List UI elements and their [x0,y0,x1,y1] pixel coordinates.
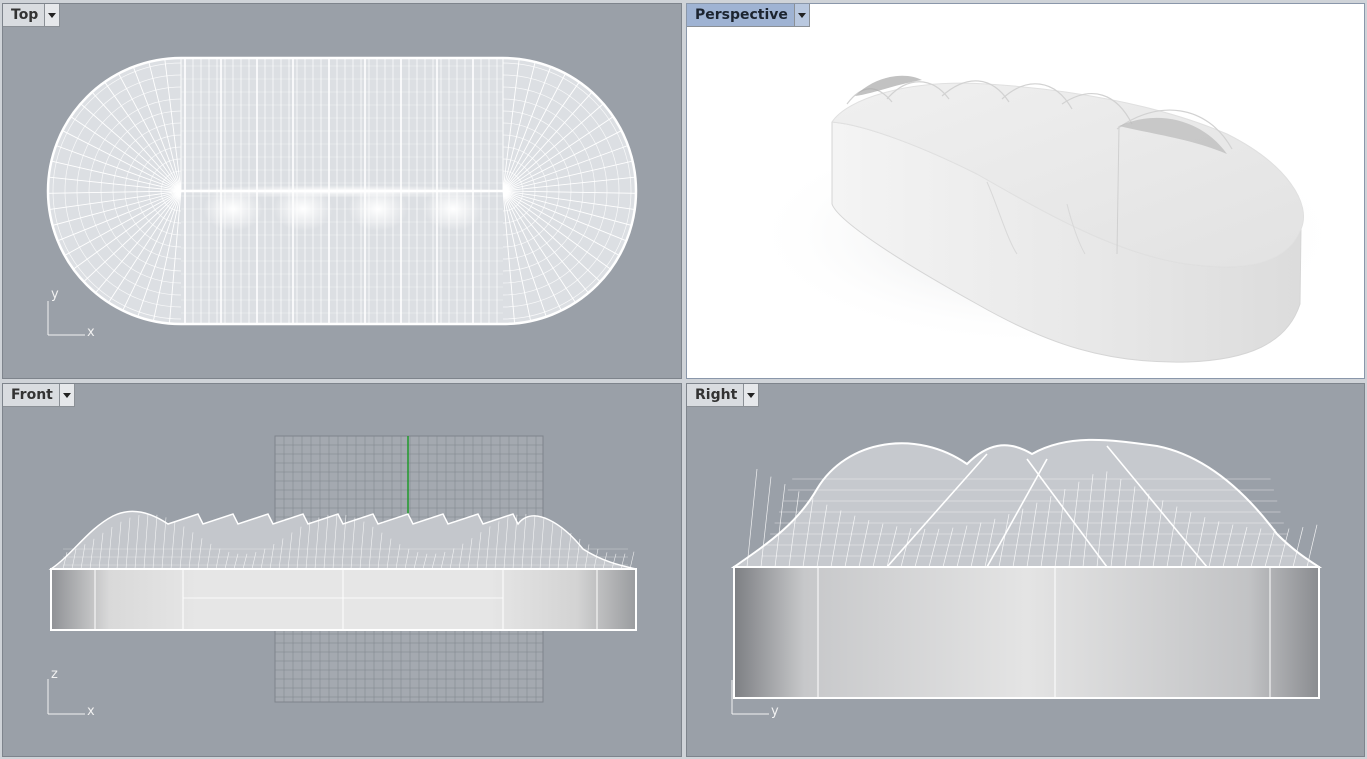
viewport-title: Perspective [695,7,788,23]
perspective-render [747,75,1347,363]
front-viewport[interactable]: Front z x [2,383,682,757]
viewport-tab-perspective[interactable]: Perspective [687,4,810,27]
axis-x-label: x [87,325,95,340]
top-view-scene: y x [46,56,638,340]
viewport-title: Right [695,387,738,403]
viewport-title: Front [11,387,53,403]
caret-down-icon [48,12,57,18]
caret-down-icon [747,392,756,398]
axis-triad-icon: y x [47,287,95,340]
front-view-scene: z x [47,435,637,719]
viewport-tab-right[interactable]: Right [687,384,760,407]
viewport-menu-button[interactable] [44,4,60,26]
axis-y-label: y [51,287,59,302]
top-mesh [46,56,638,326]
viewport-tab-top[interactable]: Top [3,4,61,27]
perspective-viewport[interactable]: Perspective [686,3,1365,379]
viewport-menu-button[interactable] [743,384,759,406]
right-view-scene: y [730,438,1323,719]
caret-down-icon [797,12,806,18]
viewport-tab-front[interactable]: Front [3,384,75,407]
right-viewport[interactable]: Right y [686,383,1365,757]
viewport-menu-button[interactable] [58,384,74,406]
axis-z-label: z [51,667,58,682]
axis-triad-icon: z x [47,667,95,719]
caret-down-icon [62,392,71,398]
right-roof-wire [730,438,1323,568]
axis-y-label: y [771,704,779,719]
viewport-title: Top [11,7,39,23]
viewport-menu-button[interactable] [793,4,809,26]
axis-x-label: x [87,704,95,719]
top-viewport[interactable]: Top y x [2,3,682,379]
